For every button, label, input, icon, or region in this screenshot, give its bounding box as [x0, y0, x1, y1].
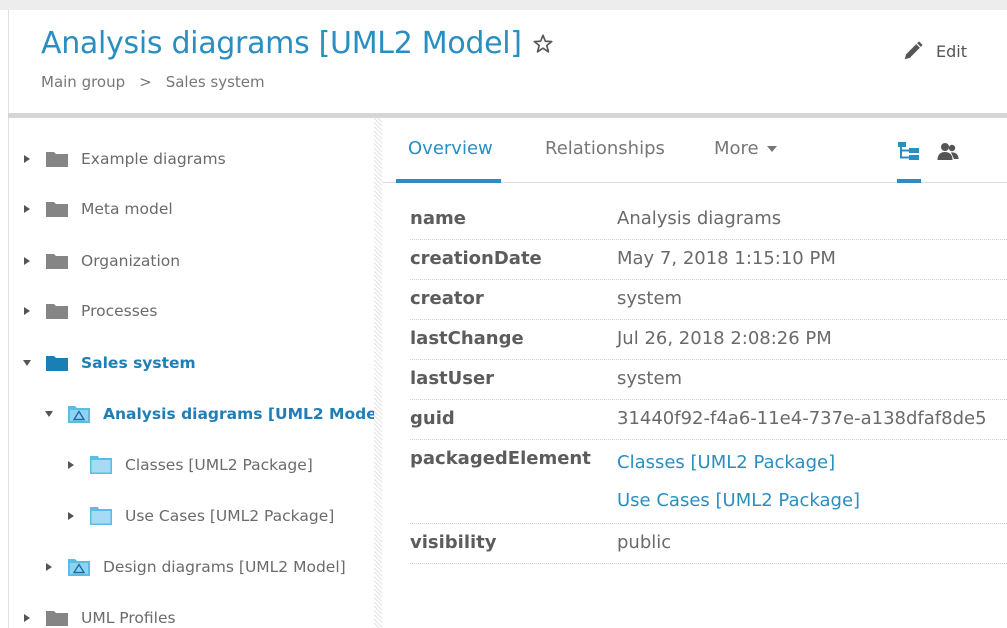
tree-item-analysis-diagrams[interactable]: Analysis diagrams [UML2 Model]: [43, 401, 374, 427]
property-value: 31440f92-f4a6-11e4-737e-a138dfaf8de5: [617, 408, 987, 429]
properties-table: name Analysis diagrams creationDate May …: [410, 200, 1007, 564]
tree-item-label: UML Profiles: [81, 609, 176, 627]
property-row-name: name Analysis diagrams: [410, 200, 1007, 240]
pane-splitter[interactable]: [374, 118, 382, 628]
tree-item-classes[interactable]: Classes [UML2 Package]: [65, 452, 313, 478]
folder-icon: [45, 251, 69, 271]
tab-more-label: More: [714, 138, 759, 159]
folder-icon: [45, 608, 69, 628]
expand-triangle-icon[interactable]: [21, 153, 33, 165]
tab-relationships[interactable]: Relationships: [545, 138, 665, 159]
tree-item-example-diagrams[interactable]: Example diagrams: [21, 146, 226, 172]
packaged-element-link-classes[interactable]: Classes [UML2 Package]: [617, 452, 860, 490]
tree-item-label: Sales system: [81, 354, 196, 372]
active-tab-indicator: [396, 179, 501, 183]
property-value: Jul 26, 2018 2:08:26 PM: [617, 328, 832, 349]
expand-triangle-icon[interactable]: [21, 612, 33, 624]
property-key: creator: [410, 288, 484, 309]
property-row-last-change: lastChange Jul 26, 2018 2:08:26 PM: [410, 320, 1007, 360]
property-value: May 7, 2018 1:15:10 PM: [617, 248, 836, 269]
breadcrumb-item-sales-system[interactable]: Sales system: [166, 73, 265, 91]
property-key: visibility: [410, 532, 497, 553]
expand-triangle-icon[interactable]: [65, 510, 77, 522]
folder-icon: [45, 149, 69, 169]
expand-triangle-icon[interactable]: [43, 561, 55, 573]
property-key: creationDate: [410, 248, 542, 269]
expand-triangle-icon[interactable]: [21, 203, 33, 215]
tree-item-label: Example diagrams: [81, 150, 226, 168]
property-value: public: [617, 532, 672, 553]
uml-package-icon: [89, 455, 113, 475]
property-value: system: [617, 368, 683, 389]
folder-icon: [45, 301, 69, 321]
tree-item-processes[interactable]: Processes: [21, 298, 157, 324]
property-row-last-user: lastUser system: [410, 360, 1007, 400]
property-row-guid: guid 31440f92-f4a6-11e4-737e-a138dfaf8de…: [410, 400, 1007, 440]
tree-item-label: Analysis diagrams [UML2 Model]: [103, 405, 374, 423]
page-title: Analysis diagrams [UML2 Model]: [41, 26, 522, 61]
star-icon[interactable]: [532, 33, 554, 55]
navigation-tree: Example diagrams Meta model Organization…: [8, 118, 374, 628]
expand-triangle-icon[interactable]: [21, 255, 33, 267]
collapse-triangle-icon[interactable]: [43, 408, 55, 420]
tree-item-use-cases[interactable]: Use Cases [UML2 Package]: [65, 503, 334, 529]
tree-item-uml-profiles[interactable]: UML Profiles: [21, 605, 176, 628]
property-value: system: [617, 288, 683, 309]
property-row-creator: creator system: [410, 280, 1007, 320]
tab-bar: Overview Relationships More: [382, 118, 1007, 183]
collapse-triangle-icon[interactable]: [21, 357, 33, 369]
edit-button[interactable]: Edit: [902, 40, 967, 62]
tree-item-label: Use Cases [UML2 Package]: [125, 507, 335, 525]
uml-model-icon: [67, 404, 91, 424]
tree-item-sales-system[interactable]: Sales system: [21, 350, 196, 376]
active-view-indicator: [897, 179, 921, 183]
details-panel: Overview Relationships More name Analysi…: [382, 118, 1007, 628]
pencil-icon: [904, 41, 923, 60]
window-top-bar: [0, 0, 1007, 10]
folder-icon: [45, 199, 69, 219]
property-key: name: [410, 208, 466, 229]
property-key: guid: [410, 408, 455, 429]
page-header: Analysis diagrams [UML2 Model] Main grou…: [8, 10, 1007, 113]
tree-item-organization[interactable]: Organization: [21, 248, 180, 274]
edit-label: Edit: [936, 41, 967, 61]
expand-triangle-icon[interactable]: [21, 305, 33, 317]
packaged-element-link-use-cases[interactable]: Use Cases [UML2 Package]: [617, 490, 860, 528]
breadcrumb-separator: >: [139, 73, 152, 91]
uml-package-icon: [89, 506, 113, 526]
tree-item-label: Processes: [81, 302, 158, 320]
users-icon[interactable]: [936, 140, 960, 162]
title-row: Analysis diagrams [UML2 Model]: [41, 26, 554, 61]
property-key: lastUser: [410, 368, 495, 389]
breadcrumb: Main group > Sales system: [41, 73, 265, 91]
folder-icon: [45, 353, 69, 373]
uml-model-icon: [67, 557, 91, 577]
property-row-visibility: visibility public: [410, 524, 1007, 564]
property-key: packagedElement: [410, 448, 591, 469]
tree-item-label: Organization: [81, 252, 181, 270]
tree-item-design-diagrams[interactable]: Design diagrams [UML2 Model]: [43, 554, 346, 580]
expand-triangle-icon[interactable]: [65, 459, 77, 471]
tree-item-label: Design diagrams [UML2 Model]: [103, 558, 346, 576]
property-row-packaged-element: packagedElement Classes [UML2 Package] U…: [410, 440, 1007, 524]
property-key: lastChange: [410, 328, 524, 349]
tab-more[interactable]: More: [714, 138, 777, 159]
caret-down-icon: [766, 146, 777, 152]
property-row-creation-date: creationDate May 7, 2018 1:15:10 PM: [410, 240, 1007, 280]
tree-view-icon[interactable]: [897, 140, 921, 162]
tree-item-meta-model[interactable]: Meta model: [21, 196, 173, 222]
property-value-list: Classes [UML2 Package] Use Cases [UML2 P…: [617, 452, 860, 528]
tree-item-label: Meta model: [81, 200, 173, 218]
tree-item-label: Classes [UML2 Package]: [125, 456, 313, 474]
property-value: Analysis diagrams: [617, 208, 782, 229]
breadcrumb-item-main-group[interactable]: Main group: [41, 73, 125, 91]
tab-overview[interactable]: Overview: [408, 138, 493, 159]
